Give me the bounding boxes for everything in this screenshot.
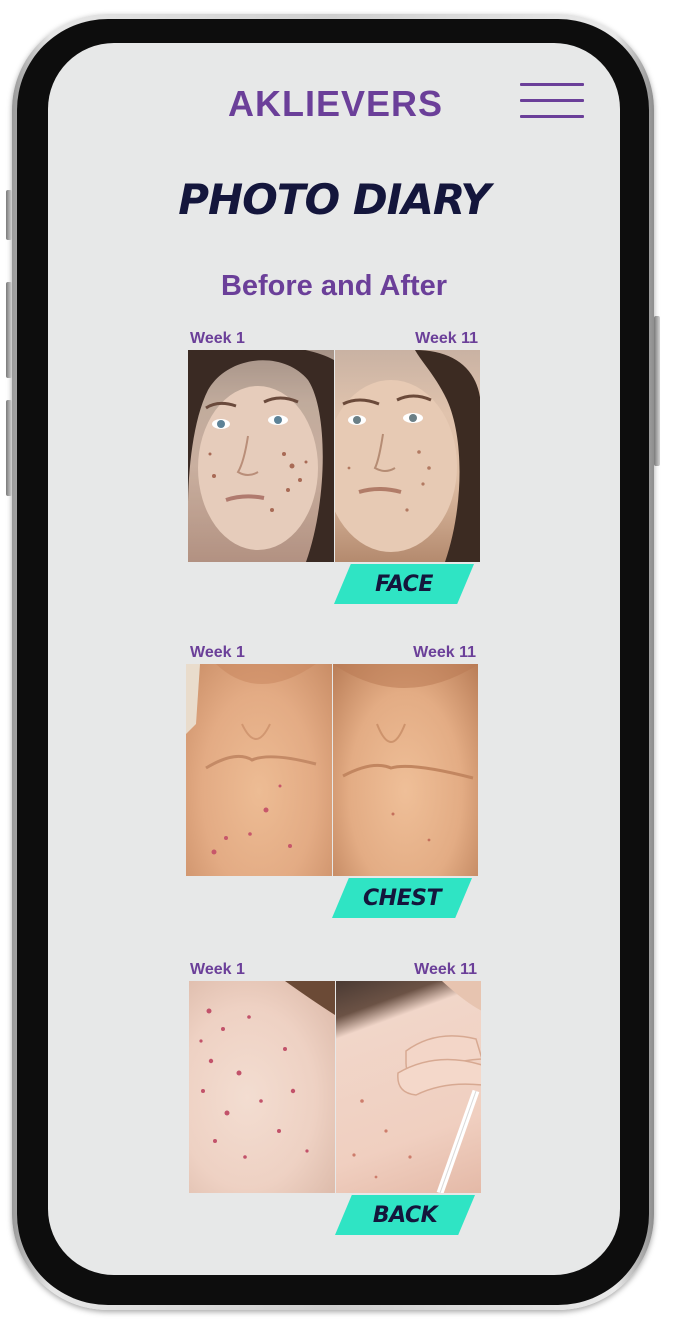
app-screen: AKLIEVERS PHOTO DIARY Before and After W…: [48, 43, 620, 1275]
photo-pair: [186, 664, 478, 876]
after-label: Week 11: [414, 961, 477, 978]
face-before-image: [188, 350, 334, 562]
brand-logo[interactable]: AKLIEVERS: [228, 83, 443, 125]
menu-line: [520, 115, 584, 118]
back-before-image: [199, 981, 335, 1159]
area-tag-chest: CHEST: [332, 878, 472, 918]
menu-line: [520, 99, 584, 102]
back-after-image: [351, 981, 481, 1193]
after-label: Week 11: [413, 644, 476, 661]
after-photo[interactable]: [331, 664, 478, 876]
chest-after-image: [332, 664, 478, 842]
after-label: Week 11: [415, 330, 478, 347]
after-photo[interactable]: [334, 981, 481, 1193]
before-photo[interactable]: [188, 350, 334, 562]
chest-before-image: [186, 664, 317, 855]
phone-side-button: [6, 190, 12, 240]
area-tag-face: FACE: [334, 564, 474, 604]
comparison-chest: Week 1 Week 11 CHEST: [186, 644, 478, 924]
before-label: Week 1: [190, 330, 245, 347]
phone-volume-down-button: [6, 400, 12, 496]
photo-pair: [188, 350, 480, 562]
before-label: Week 1: [190, 644, 245, 661]
before-label: Week 1: [190, 961, 245, 978]
page-subtitle: Before and After: [220, 270, 448, 302]
comparison-back: Week 1 Week 11 BACK: [189, 961, 481, 1241]
comparison-face: Week 1 Week 11 FACE: [188, 330, 480, 610]
page-title: PHOTO DIARY: [178, 175, 491, 224]
before-photo[interactable]: [186, 664, 332, 876]
menu-line: [520, 83, 584, 86]
after-photo[interactable]: [333, 350, 480, 562]
face-after-image: [334, 350, 480, 562]
photo-pair: [189, 981, 481, 1193]
before-photo[interactable]: [189, 981, 335, 1193]
area-tag-back: BACK: [335, 1195, 475, 1235]
hamburger-menu-icon[interactable]: [520, 81, 584, 121]
phone-power-button: [654, 316, 660, 466]
phone-volume-up-button: [6, 282, 12, 378]
